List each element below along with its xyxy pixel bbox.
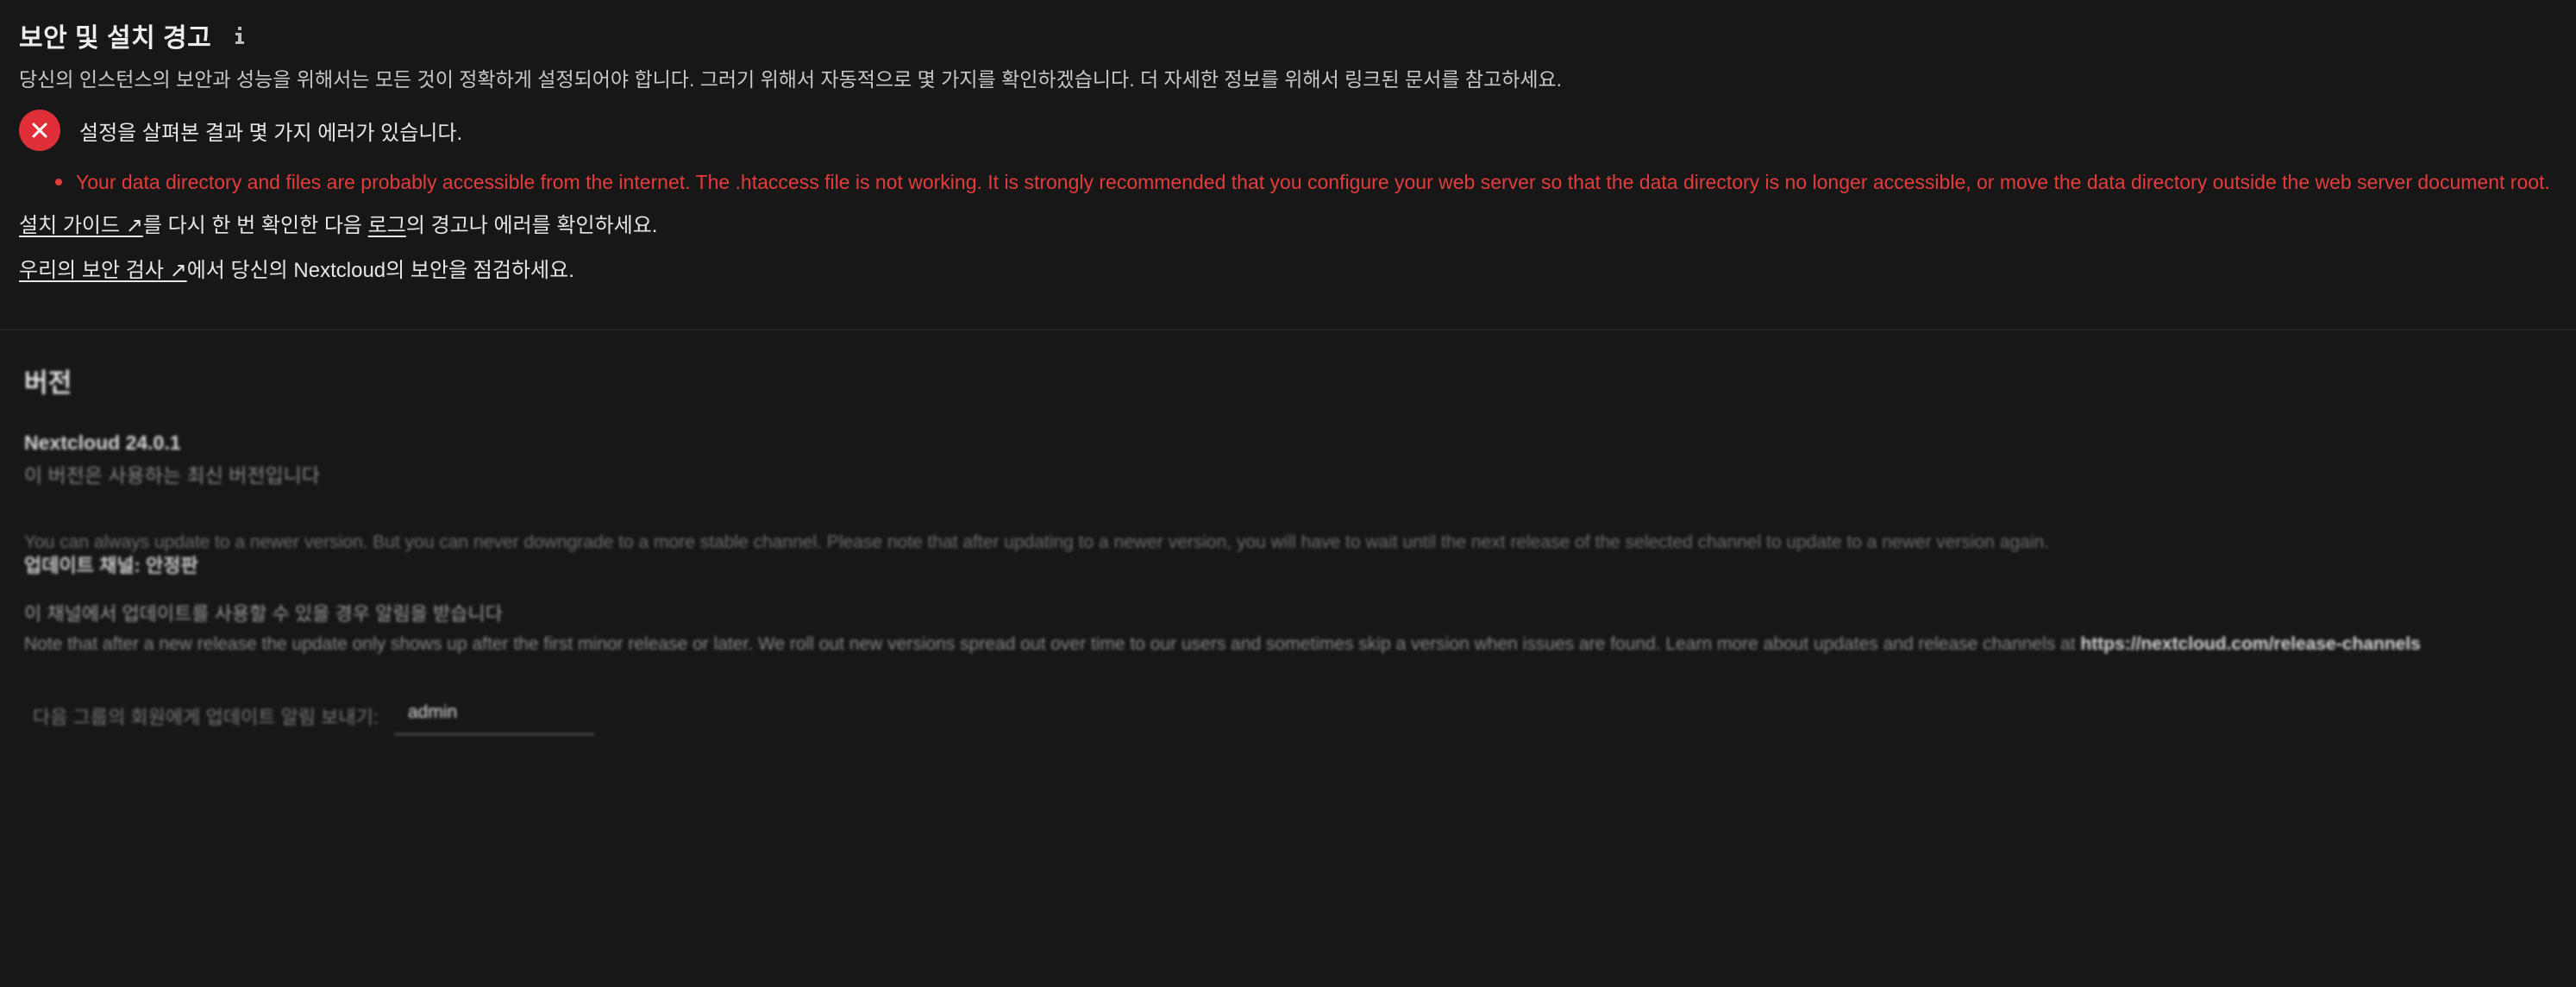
security-warnings-section: 보안 및 설치 경고 당신의 인스턴스의 보안과 성능을 위해서는 모든 것이 … — [19, 16, 2554, 286]
release-note: Note that after a new release the update… — [24, 633, 2560, 656]
notify-groups-row: 다음 그룹의 회원에게 업데이트 알림 보내기: — [24, 692, 2560, 735]
section-divider — [0, 329, 2576, 330]
version-title: 버전 — [24, 369, 72, 398]
log-text: 의 경고나 에러를 확인하세요. — [405, 214, 658, 237]
update-channel-select[interactable]: 업데이트 채널: 안정판 — [24, 554, 2560, 578]
install-guide-text: 를 다시 한 번 확인한 다음 — [142, 214, 368, 237]
version-name: Nextcloud 24.0.1 — [24, 431, 181, 454]
notify-groups-label: 다음 그룹의 회원에게 업데이트 알림 보내기: — [33, 707, 379, 728]
release-channels-link[interactable]: https://nextcloud.com/release-channels — [2080, 634, 2420, 654]
error-summary: 설정을 살펴본 결과 몇 가지 에러가 있습니다. — [79, 121, 463, 145]
notify-groups-field[interactable] — [394, 692, 594, 735]
version-status: 이 버전은 사용하는 최신 버전입니다 — [24, 464, 320, 487]
security-title-row: 보안 및 설치 경고 — [19, 16, 2554, 55]
security-description: 당신의 인스턴스의 보안과 성능을 위해서는 모든 것이 정확하게 설정되어야 … — [19, 68, 1563, 91]
security-scan-line: 우리의 보안 검사 ↗에서 당신의 Nextcloud의 보안을 점검하세요. — [19, 255, 2554, 286]
error-summary-row: 설정을 살펴본 결과 몇 가지 에러가 있습니다. — [19, 109, 2554, 152]
security-title: 보안 및 설치 경고 — [19, 24, 212, 53]
notify-groups-input[interactable] — [406, 701, 582, 724]
close-icon — [19, 110, 60, 151]
error-item-text: Your data directory and files are probab… — [76, 171, 2550, 193]
version-section: 버전 Nextcloud 24.0.1 이 버전은 사용하는 최신 버전입니다 … — [24, 364, 2560, 735]
error-item: Your data directory and files are probab… — [55, 167, 2554, 197]
admin-overview-page: 보안 및 설치 경고 당신의 인스턴스의 보안과 성능을 위해서는 모든 것이 … — [0, 0, 2576, 987]
install-guide-link[interactable]: 설치 가이드 ↗ — [19, 214, 143, 237]
error-list: Your data directory and files are probab… — [19, 167, 2554, 197]
security-scan-link[interactable]: 우리의 보안 검사 ↗ — [19, 259, 187, 282]
channel-note: 이 채널에서 업데이트를 사용할 수 있을 경우 알림을 받습니다 — [24, 603, 503, 625]
bullet-icon — [55, 179, 62, 185]
channel-description: You can always update to a newer version… — [24, 532, 2050, 552]
install-guide-line: 설치 가이드 ↗를 다시 한 번 확인한 다음 로그의 경고나 에러를 확인하세… — [19, 211, 2554, 242]
release-note-text: Note that after a new release the update… — [24, 634, 2076, 654]
info-icon[interactable] — [230, 22, 249, 48]
log-link[interactable]: 로그 — [368, 214, 406, 237]
security-scan-text: 에서 당신의 Nextcloud의 보안을 점검하세요. — [186, 259, 574, 282]
